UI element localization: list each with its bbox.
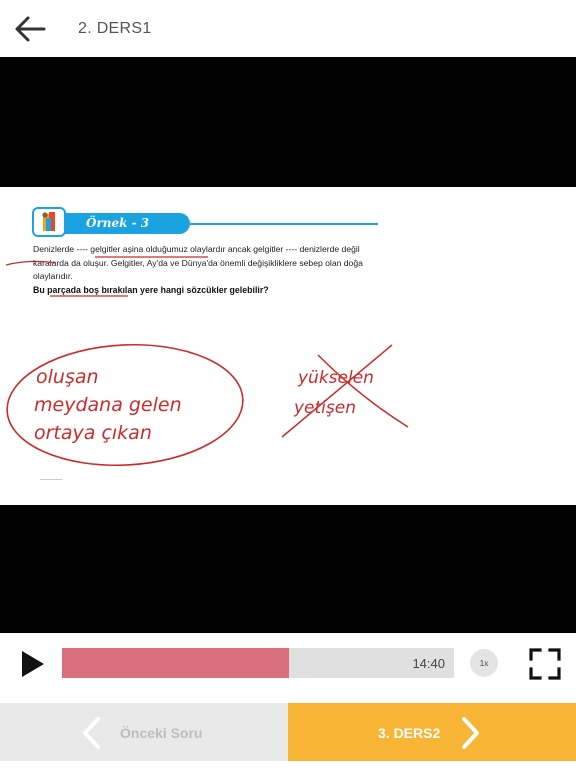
example-label: Örnek - 3: [60, 213, 190, 234]
question-text: Denizlerde ---- gelgitler aşina olduğumu…: [33, 244, 363, 281]
answer-circle: [6, 343, 244, 467]
fullscreen-button[interactable]: [528, 647, 562, 681]
fullscreen-icon: [529, 648, 561, 680]
handwritten-answer-3: ortaya çıkan: [34, 422, 152, 444]
next-lesson-label: 3. DERS2: [378, 725, 441, 741]
chevron-left-icon: [83, 717, 100, 749]
handwritten-crossed-1: yükselen: [297, 368, 374, 388]
divider: [40, 479, 62, 480]
next-lesson-button[interactable]: 3. DERS2: [288, 703, 576, 761]
handwritten-answer-2: meydana gelen: [34, 394, 182, 416]
example-header: Örnek - 3: [32, 207, 378, 237]
previous-question-label: Önceki Soru: [120, 725, 203, 741]
play-icon: [22, 651, 44, 677]
top-bar: 2. DERS1: [0, 0, 576, 57]
header-rule: [188, 223, 378, 225]
question-prompt: Bu parçada boş bırakılan yere hangi sözc…: [33, 285, 269, 295]
bottom-navigation: Önceki Soru 3. DERS2: [0, 703, 576, 761]
back-button[interactable]: [10, 10, 50, 48]
player-controls: 14:40 1x: [0, 633, 576, 695]
handwritten-answer-1: oluşan: [36, 366, 99, 388]
previous-question-button[interactable]: Önceki Soru: [0, 703, 288, 761]
chevron-right-icon: [462, 717, 479, 749]
progress-bar[interactable]: 14:40: [62, 648, 454, 678]
arrow-left-icon: [15, 16, 46, 42]
page-title: 2. DERS1: [78, 20, 152, 37]
play-button[interactable]: [14, 647, 48, 681]
video-player[interactable]: Örnek - 3 Denizlerde ---- gelgitler aşin…: [0, 57, 576, 633]
time-display: 14:40: [412, 656, 445, 671]
example-badge: [32, 207, 66, 237]
handwritten-crossed-2: yetişen: [293, 398, 356, 418]
book-icon: [42, 212, 55, 231]
speed-button[interactable]: 1x: [470, 649, 498, 677]
lesson-slide: Örnek - 3 Denizlerde ---- gelgitler aşin…: [0, 187, 576, 505]
progress-fill: [62, 648, 290, 678]
cross-out-mark: [281, 344, 409, 438]
